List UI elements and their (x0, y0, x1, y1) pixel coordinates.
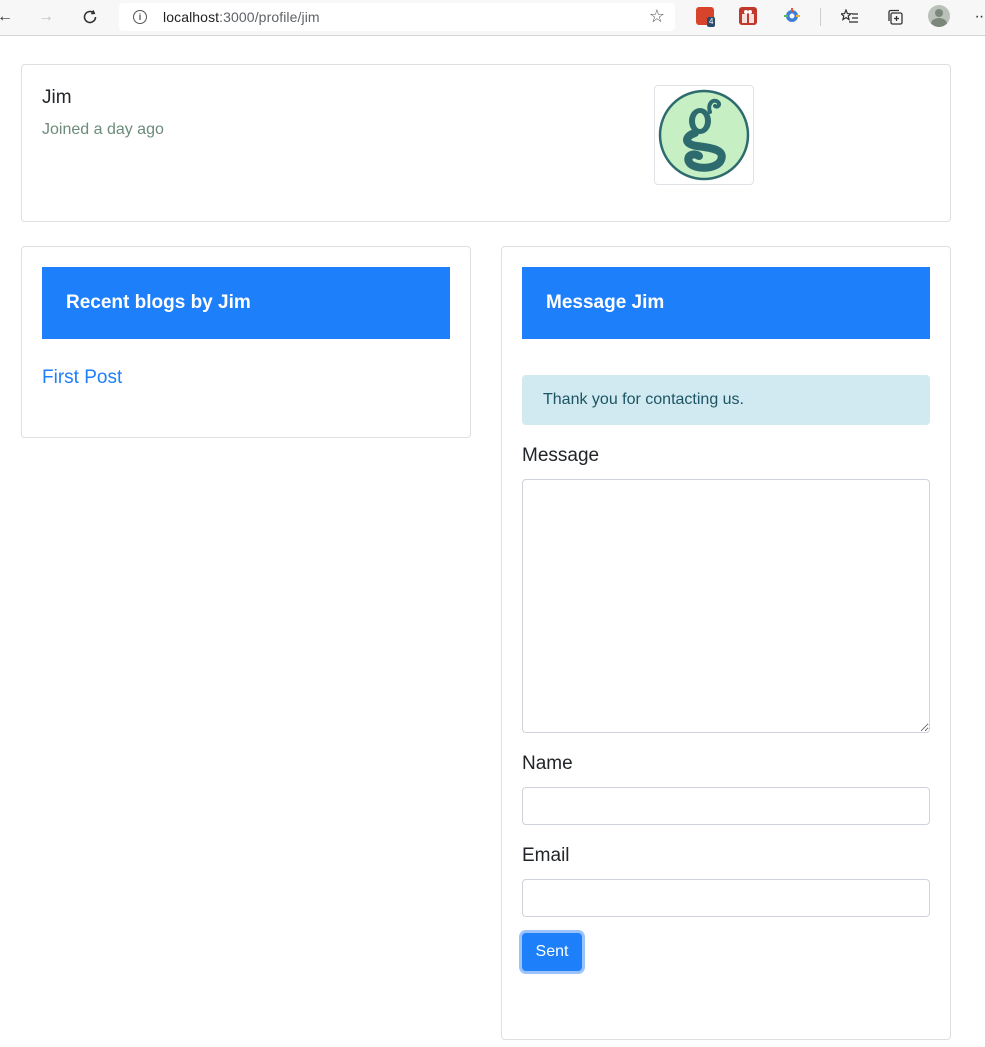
back-arrow-icon[interactable]: ← (0, 7, 16, 27)
recent-blogs-header: Recent blogs by Jim (42, 267, 450, 339)
message-textarea[interactable] (522, 479, 930, 733)
extension-gift-icon[interactable] (739, 7, 757, 25)
email-input[interactable] (522, 879, 930, 917)
favorites-list-icon[interactable] (839, 7, 861, 27)
toolbar-separator (820, 8, 821, 26)
browser-profile-avatar-icon[interactable] (928, 5, 950, 27)
extension-red-icon[interactable]: 4 (696, 7, 716, 27)
email-label: Email (522, 845, 570, 866)
forward-arrow-icon[interactable]: → (35, 7, 57, 27)
profile-avatar (654, 85, 754, 185)
name-input[interactable] (522, 787, 930, 825)
message-label: Message (522, 445, 600, 466)
name-label: Name (522, 753, 573, 774)
more-icon[interactable]: ··· (970, 7, 985, 27)
recent-blogs-card: Recent blogs by Jim First Post (21, 246, 471, 438)
browser-toolbar: ← → i localhost:3000/profile/jim ☆ 4 ··· (0, 0, 985, 36)
message-header: Message Jim (522, 267, 930, 339)
collections-icon[interactable] (884, 7, 906, 27)
blog-post-link[interactable]: First Post (42, 367, 122, 389)
profile-card: Jim Joined a day ago (21, 64, 951, 222)
profile-name: Jim (42, 87, 72, 108)
message-card: Message Jim Thank you for contacting us.… (501, 246, 951, 1040)
joined-date: Joined a day ago (42, 121, 164, 138)
url-text[interactable]: localhost:3000/profile/jim (163, 9, 320, 25)
reload-icon[interactable] (79, 7, 101, 27)
address-bar[interactable]: i localhost:3000/profile/jim ☆ (119, 3, 675, 31)
extension-badge: 4 (707, 17, 716, 27)
send-button[interactable]: Sent (522, 933, 582, 971)
g-logo-icon (658, 89, 750, 181)
url-host: localhost (163, 9, 220, 25)
favorite-star-icon[interactable]: ☆ (649, 6, 665, 27)
success-alert: Thank you for contacting us. (522, 375, 930, 425)
url-path: :3000/profile/jim (219, 9, 320, 25)
info-icon[interactable]: i (133, 10, 147, 24)
extension-gear-icon[interactable] (783, 7, 801, 25)
